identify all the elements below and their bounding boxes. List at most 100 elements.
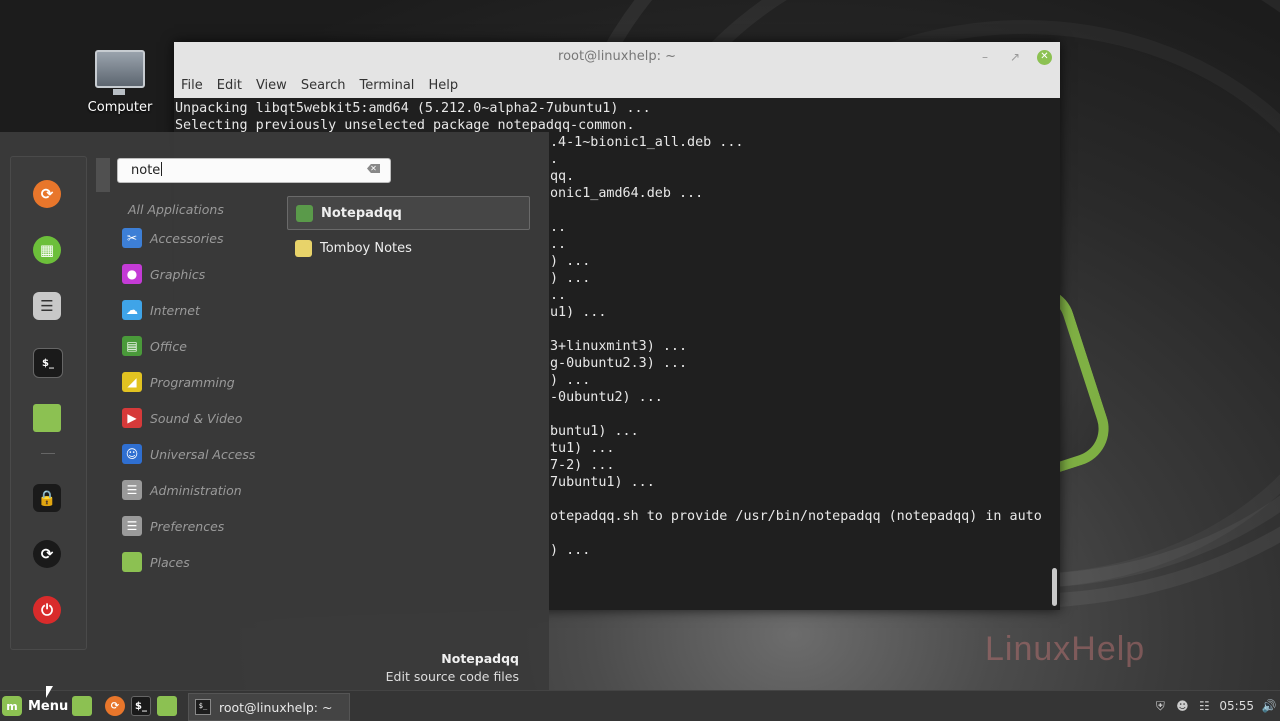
menu-search[interactable]: Search [294, 78, 353, 93]
category-preferences[interactable]: ☰ Preferences [122, 508, 255, 544]
taskbar-window-terminal[interactable]: $_ root@linuxhelp: ~ [188, 693, 350, 721]
favorites-separator [41, 453, 55, 454]
terminal-line: onic1_amd64.deb ... [550, 186, 704, 201]
category-label: Places [150, 554, 190, 570]
category-label: Administration [150, 482, 242, 498]
category-label: Office [150, 338, 187, 354]
result-notepadqq[interactable]: Notepadqq [287, 196, 530, 230]
terminal-line: ) ... [550, 254, 591, 269]
document-icon: ▤ [122, 336, 142, 356]
terminal-line: -0ubuntu2) ... [550, 390, 663, 405]
firefox-launcher-icon[interactable]: ⟳ [105, 696, 125, 716]
taskbar-window-label: root@linuxhelp: ~ [219, 699, 333, 715]
maximize-icon[interactable]: ↗ [1007, 49, 1023, 65]
files-launcher-icon[interactable] [157, 696, 177, 716]
mint-menu-icon: m [2, 696, 22, 716]
network-icon[interactable]: ☷ [1197, 699, 1211, 713]
system-tray: ⛨ ☻ ☷ 05:55 🔊 [1153, 691, 1277, 721]
category-office[interactable]: ▤ Office [122, 328, 255, 364]
search-value: note [131, 163, 161, 178]
play-icon: ▶ [122, 408, 142, 428]
tomboy-icon [295, 239, 312, 257]
files-icon[interactable] [33, 404, 61, 432]
category-list: All Applications ✂ Accessories ● Graphics ☁ I… [122, 198, 255, 580]
favorites-panel: ⟳ ▦ ☰ $_ 🔒 ⟳ ⏻ [10, 156, 87, 650]
menu-edit[interactable]: Edit [210, 78, 249, 93]
category-places[interactable]: Places [122, 544, 255, 580]
system-settings-icon[interactable]: ☰ [33, 292, 61, 320]
menu-file[interactable]: File [174, 78, 210, 93]
terminal-line: buntu1) ... [550, 424, 639, 439]
terminal-line: 7-2) ... [550, 458, 615, 473]
result-label: Notepadqq [321, 205, 402, 221]
software-manager-icon[interactable]: ▦ [33, 236, 61, 264]
volume-icon[interactable]: 🔊 [1262, 699, 1277, 713]
menu-view[interactable]: View [249, 78, 294, 93]
menu-button-label: Menu [28, 698, 69, 714]
terminal-line: qq. [550, 169, 575, 184]
category-label: Accessories [150, 230, 224, 246]
result-label: Tomboy Notes [320, 240, 412, 256]
terminal-line: u1) ... [550, 305, 607, 320]
terminal-line: ) ... [550, 373, 591, 388]
accessibility-icon: ☺ [122, 444, 142, 464]
menu-terminal[interactable]: Terminal [352, 78, 421, 93]
cloud-icon: ☁ [122, 300, 142, 320]
watermark: LinuxHelp [985, 630, 1146, 668]
category-graphics[interactable]: ● Graphics [122, 256, 255, 292]
terminal-line: .. [550, 237, 567, 252]
search-text: note [131, 162, 163, 178]
terminal-icon[interactable]: $_ [33, 348, 63, 378]
terminal-menubar: File Edit View Search Terminal Help [174, 72, 1060, 98]
power-icon[interactable]: ⏻ [33, 596, 61, 624]
category-label: Graphics [150, 266, 206, 282]
desktop-icon-label: Computer [87, 100, 153, 115]
firefox-icon[interactable]: ⟳ [33, 180, 61, 208]
category-sound-video[interactable]: ▶ Sound & Video [122, 400, 255, 436]
menu-help[interactable]: Help [421, 78, 465, 93]
terminal-line: otepadqq.sh to provide /usr/bin/notepadq… [550, 509, 1042, 524]
clear-search-icon[interactable]: ✕ [367, 164, 380, 173]
result-tomboy-notes[interactable]: Tomboy Notes [287, 232, 528, 264]
taskbar: m Menu ⟳ $_ $_ root@linuxhelp: ~ ⛨ ☻ ☷ 0… [0, 690, 1280, 721]
terminal-launcher-icon[interactable]: $_ [131, 696, 151, 716]
logout-icon[interactable]: ⟳ [33, 540, 61, 568]
category-all-applications[interactable]: All Applications [128, 198, 255, 220]
category-accessories[interactable]: ✂ Accessories [122, 220, 255, 256]
lock-screen-icon[interactable]: 🔒 [33, 484, 61, 512]
category-label: Preferences [150, 518, 225, 534]
shield-icon[interactable]: ⛨ [1153, 699, 1167, 713]
terminal-line: 3+linuxmint3) ... [550, 339, 688, 354]
terminal-line: g-0ubuntu2.3) ... [550, 356, 688, 371]
app-description-name: Notepadqq [441, 651, 519, 666]
admin-icon: ☰ [122, 480, 142, 500]
mouse-pointer [46, 686, 53, 698]
search-input[interactable]: note ✕ [117, 158, 391, 183]
category-universal-access[interactable]: ☺ Universal Access [122, 436, 255, 472]
menu-button[interactable]: m Menu [2, 694, 68, 718]
terminal-line: .. [550, 220, 567, 235]
terminal-titlebar[interactable]: root@linuxhelp: ~ – ↗ ✕ [174, 42, 1060, 72]
terminal-scrollbar[interactable] [1052, 568, 1057, 606]
desktop-icon-computer[interactable]: Computer [84, 50, 156, 115]
category-administration[interactable]: ☰ Administration [122, 472, 255, 508]
terminal-line: .4-1~bionic1_all.deb ... [550, 135, 744, 150]
show-desktop-icon[interactable] [72, 696, 92, 716]
minimize-icon[interactable]: – [977, 49, 993, 65]
folder-icon [122, 552, 142, 572]
category-internet[interactable]: ☁ Internet [122, 292, 255, 328]
terminal-small-icon: $_ [195, 699, 211, 715]
category-programming[interactable]: ◢ Programming [122, 364, 255, 400]
terminal-line: tu1) ... [550, 441, 615, 456]
terminal-line: ) ... [550, 543, 591, 558]
clock[interactable]: 05:55 [1219, 699, 1254, 713]
application-menu: ⟳ ▦ ☰ $_ 🔒 ⟳ ⏻ note ✕ All Applications ✂… [0, 132, 549, 690]
preferences-icon: ☰ [122, 516, 142, 536]
user-icon[interactable]: ☻ [1175, 699, 1189, 713]
app-description: Notepadqq Edit source code files [386, 650, 519, 686]
close-icon[interactable]: ✕ [1037, 49, 1052, 65]
category-label: Sound & Video [150, 410, 243, 426]
computer-icon [95, 50, 145, 95]
terminal-line: 7ubuntu1) ... [550, 475, 655, 490]
terminal-line: ) ... [550, 271, 591, 286]
